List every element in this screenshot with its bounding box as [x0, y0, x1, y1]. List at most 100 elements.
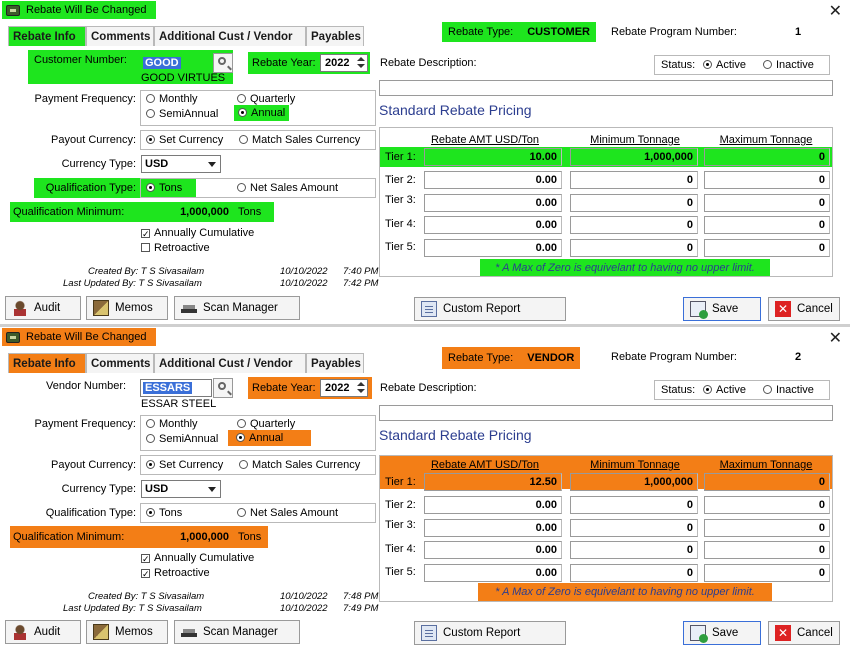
tab-payables[interactable]: Payables	[306, 353, 364, 373]
custom-report-button[interactable]: Custom Report	[414, 621, 566, 645]
rebate-year-input[interactable]: 2022	[320, 54, 368, 72]
audit-button[interactable]: Audit	[5, 296, 81, 320]
created-date: 10/10/2022	[280, 266, 328, 277]
qual-net-sales-radio[interactable]: Net Sales Amount	[237, 182, 338, 194]
memos-button[interactable]: Memos	[86, 296, 168, 320]
rebate-year-input[interactable]: 2022	[320, 379, 368, 397]
rebate-description-input[interactable]	[379, 80, 833, 96]
tier-min-tonnage-input[interactable]: 0	[570, 171, 698, 189]
qual-net-sales-radio[interactable]: Net Sales Amount	[237, 507, 338, 519]
tier-max-tonnage-input[interactable]: 0	[704, 171, 830, 189]
scan-manager-button[interactable]: Scan Manager	[174, 620, 300, 644]
tier-min-tonnage-input[interactable]: 1,000,000	[570, 473, 698, 491]
audit-button[interactable]: Audit	[5, 620, 81, 644]
tier-rebate-amt-input[interactable]: 0.00	[424, 239, 562, 257]
freq-quarterly-radio[interactable]: Quarterly	[237, 93, 295, 105]
tier-max-tonnage-input[interactable]: 0	[704, 519, 830, 537]
freq-annual-radio[interactable]: Annual	[234, 105, 290, 121]
qualification-minimum-input[interactable]: 1,000,000	[141, 203, 234, 221]
freq-semiannual-radio[interactable]: SemiAnnual	[146, 108, 218, 120]
save-button[interactable]: Save	[683, 297, 761, 321]
tier-max-tonnage-input[interactable]: 0	[704, 473, 830, 491]
tier-rebate-amt-input[interactable]: 0.00	[424, 194, 562, 212]
tier-min-tonnage-input[interactable]: 0	[570, 194, 698, 212]
tier-max-tonnage: 0	[818, 544, 825, 556]
tab-comments[interactable]: Comments	[86, 353, 154, 373]
freq-annual-radio[interactable]: Annual	[228, 430, 312, 446]
payout-set-radio[interactable]: Set Currency	[146, 459, 223, 471]
qual-tons-radio[interactable]: Tons	[146, 182, 182, 194]
tier-min-tonnage-input[interactable]: 0	[570, 216, 698, 234]
close-icon[interactable]: ✕	[829, 328, 842, 348]
qualification-minimum-input[interactable]: 1,000,000	[141, 528, 234, 546]
rebate-description-input[interactable]	[379, 405, 833, 421]
tab-additional-cust-vendor[interactable]: Additional Cust / Vendor	[154, 26, 306, 46]
tab-rebate-info[interactable]: Rebate Info	[8, 26, 86, 46]
payout-match-radio[interactable]: Match Sales Currency	[239, 459, 360, 471]
qualification-minimum-value: 1,000,000	[180, 206, 229, 218]
tier-rebate-amt-input[interactable]: 0.00	[424, 171, 562, 189]
tier-rebate-amt-input[interactable]: 0.00	[424, 519, 562, 537]
title-bar: Rebate Will Be Changed ✕	[0, 0, 850, 22]
status-active-radio[interactable]: Active	[703, 59, 746, 71]
cancel-icon: ✕	[775, 301, 791, 317]
tier-min-tonnage-input[interactable]: 0	[570, 496, 698, 514]
tier-min-tonnage-input[interactable]: 0	[570, 541, 698, 559]
save-button[interactable]: Save	[683, 621, 761, 645]
cancel-icon: ✕	[775, 625, 791, 641]
memos-button[interactable]: Memos	[86, 620, 168, 644]
memo-icon	[93, 624, 109, 640]
tier-rebate-amt-input[interactable]: 12.50	[424, 473, 562, 491]
tier-min-tonnage-input[interactable]: 1,000,000	[570, 148, 698, 166]
currency-type-select[interactable]: USD	[141, 155, 221, 173]
close-icon[interactable]: ✕	[829, 1, 842, 21]
tab-rebate-info[interactable]: Rebate Info	[8, 353, 86, 373]
annually-cumulative-checkbox[interactable]: ✓ Annually Cumulative	[141, 227, 254, 239]
tier-rebate-amt-input[interactable]: 0.00	[424, 564, 562, 582]
tier-max-tonnage-input[interactable]: 0	[704, 216, 830, 234]
payout-match-radio[interactable]: Match Sales Currency	[239, 134, 360, 146]
freq-monthly-radio[interactable]: Monthly	[146, 418, 198, 430]
tier-rebate-amt-input[interactable]: 10.00	[424, 148, 562, 166]
tier-max-tonnage-input[interactable]: 0	[704, 194, 830, 212]
tier-max-tonnage-input[interactable]: 0	[704, 541, 830, 559]
status-inactive-radio[interactable]: Inactive	[763, 384, 814, 396]
year-spinner-icon[interactable]	[355, 380, 367, 396]
tab-additional-cust-vendor[interactable]: Additional Cust / Vendor	[154, 353, 306, 373]
cancel-button[interactable]: ✕ Cancel	[768, 297, 840, 321]
currency-type-select[interactable]: USD	[141, 480, 221, 498]
freq-quarterly-radio[interactable]: Quarterly	[237, 418, 295, 430]
year-spinner-icon[interactable]	[355, 55, 367, 71]
payout-match-label: Match Sales Currency	[252, 134, 361, 146]
tier-rebate-amt-input[interactable]: 0.00	[424, 496, 562, 514]
qual-tons-radio[interactable]: Tons	[146, 507, 182, 519]
cancel-button[interactable]: ✕ Cancel	[768, 621, 840, 645]
tier-max-tonnage-input[interactable]: 0	[704, 148, 830, 166]
tab-comments[interactable]: Comments	[86, 26, 154, 46]
scan-manager-button[interactable]: Scan Manager	[174, 296, 300, 320]
tier-max-tonnage-input[interactable]: 0	[704, 564, 830, 582]
tier-max-tonnage-input[interactable]: 0	[704, 496, 830, 514]
annually-cumulative-checkbox[interactable]: ✓ Annually Cumulative	[141, 552, 254, 564]
retroactive-checkbox[interactable]: ✓ Retroactive	[141, 567, 210, 579]
tab-payables[interactable]: Payables	[306, 26, 364, 46]
tier-max-tonnage: 0	[818, 499, 825, 511]
search-icon[interactable]	[213, 53, 233, 73]
tier-min-tonnage-input[interactable]: 0	[570, 239, 698, 257]
freq-monthly-radio[interactable]: Monthly	[146, 93, 198, 105]
tier-max-tonnage-input[interactable]: 0	[704, 239, 830, 257]
tier-rebate-amt-input[interactable]: 0.00	[424, 541, 562, 559]
status-active-radio[interactable]: Active	[703, 384, 746, 396]
vendor-number-input[interactable]: ESSARS	[140, 379, 212, 397]
tier-rebate-amt-input[interactable]: 0.00	[424, 216, 562, 234]
tier-min-tonnage-input[interactable]: 0	[570, 519, 698, 537]
payout-set-radio[interactable]: Set Currency	[146, 134, 223, 146]
qual-tons-label: Tons	[159, 182, 183, 194]
search-icon[interactable]	[213, 378, 233, 398]
custom-report-button[interactable]: Custom Report	[414, 297, 566, 321]
retroactive-checkbox[interactable]: Retroactive	[141, 242, 210, 254]
customer-number-input[interactable]: GOOD	[140, 54, 212, 72]
tier-min-tonnage-input[interactable]: 0	[570, 564, 698, 582]
status-inactive-radio[interactable]: Inactive	[763, 59, 814, 71]
freq-semiannual-radio[interactable]: SemiAnnual	[146, 433, 218, 445]
